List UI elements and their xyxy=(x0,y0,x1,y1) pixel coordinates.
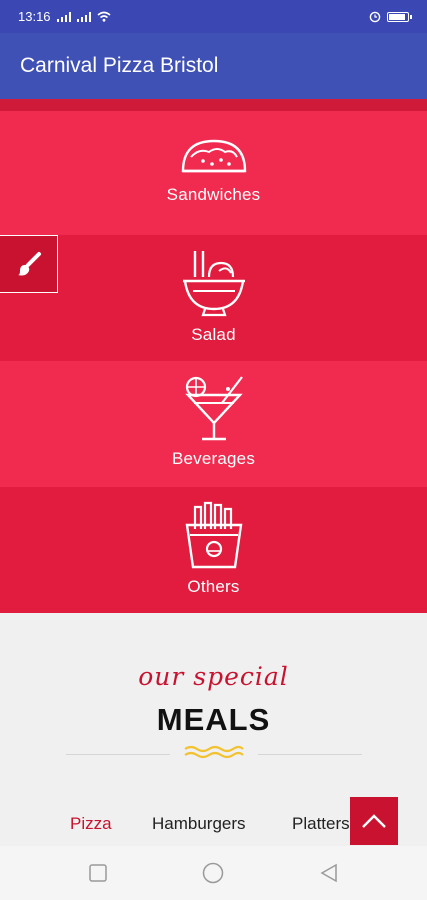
home-button[interactable] xyxy=(193,853,233,893)
circle-icon xyxy=(203,862,224,884)
wifi-icon xyxy=(97,11,111,22)
battery-icon xyxy=(387,11,412,22)
app-title: Carnival Pizza Bristol xyxy=(20,54,219,77)
app-bar-divider xyxy=(0,99,427,111)
scroll-top-button[interactable] xyxy=(350,797,398,845)
status-right xyxy=(369,11,412,23)
cocktail-icon xyxy=(184,376,243,441)
category-salad[interactable]: Salad xyxy=(0,235,427,361)
theme-brush-button[interactable] xyxy=(0,235,58,293)
category-others[interactable]: Others xyxy=(0,487,427,613)
app-bar: Carnival Pizza Bristol xyxy=(0,33,427,99)
status-left: 13:16 xyxy=(18,9,111,24)
tab-pizza[interactable]: Pizza xyxy=(70,814,112,834)
triangle-back-icon xyxy=(320,863,337,883)
back-button[interactable] xyxy=(309,853,349,893)
tab-platters[interactable]: Platters xyxy=(292,814,350,834)
alarm-icon xyxy=(369,11,381,22)
tab-hamburgers[interactable]: Hamburgers xyxy=(152,814,246,834)
category-label: Sandwiches xyxy=(166,185,261,204)
salad-bowl-icon xyxy=(182,251,245,317)
taco-icon xyxy=(181,139,246,173)
divider-right xyxy=(258,754,362,755)
paintbrush-icon xyxy=(17,252,41,276)
special-script-title: our special xyxy=(138,662,289,691)
signal-icon xyxy=(56,11,71,22)
fries-icon xyxy=(185,501,242,569)
category-label: Beverages xyxy=(171,449,256,468)
status-time: 13:16 xyxy=(18,9,51,24)
recent-apps-button[interactable] xyxy=(78,853,118,893)
category-label: Others xyxy=(187,577,240,596)
chevron-up-icon xyxy=(362,814,386,828)
category-label: Salad xyxy=(191,325,236,344)
square-icon xyxy=(89,864,107,882)
special-heading: MEALS xyxy=(156,702,271,737)
wave-ornament-icon xyxy=(184,745,244,759)
category-sandwiches[interactable]: Sandwiches xyxy=(0,111,427,235)
divider-left xyxy=(66,754,170,755)
system-nav-bar xyxy=(0,846,427,900)
status-bar: 13:16 xyxy=(0,0,427,33)
category-beverages[interactable]: Beverages xyxy=(0,361,427,487)
signal-icon xyxy=(76,11,91,22)
